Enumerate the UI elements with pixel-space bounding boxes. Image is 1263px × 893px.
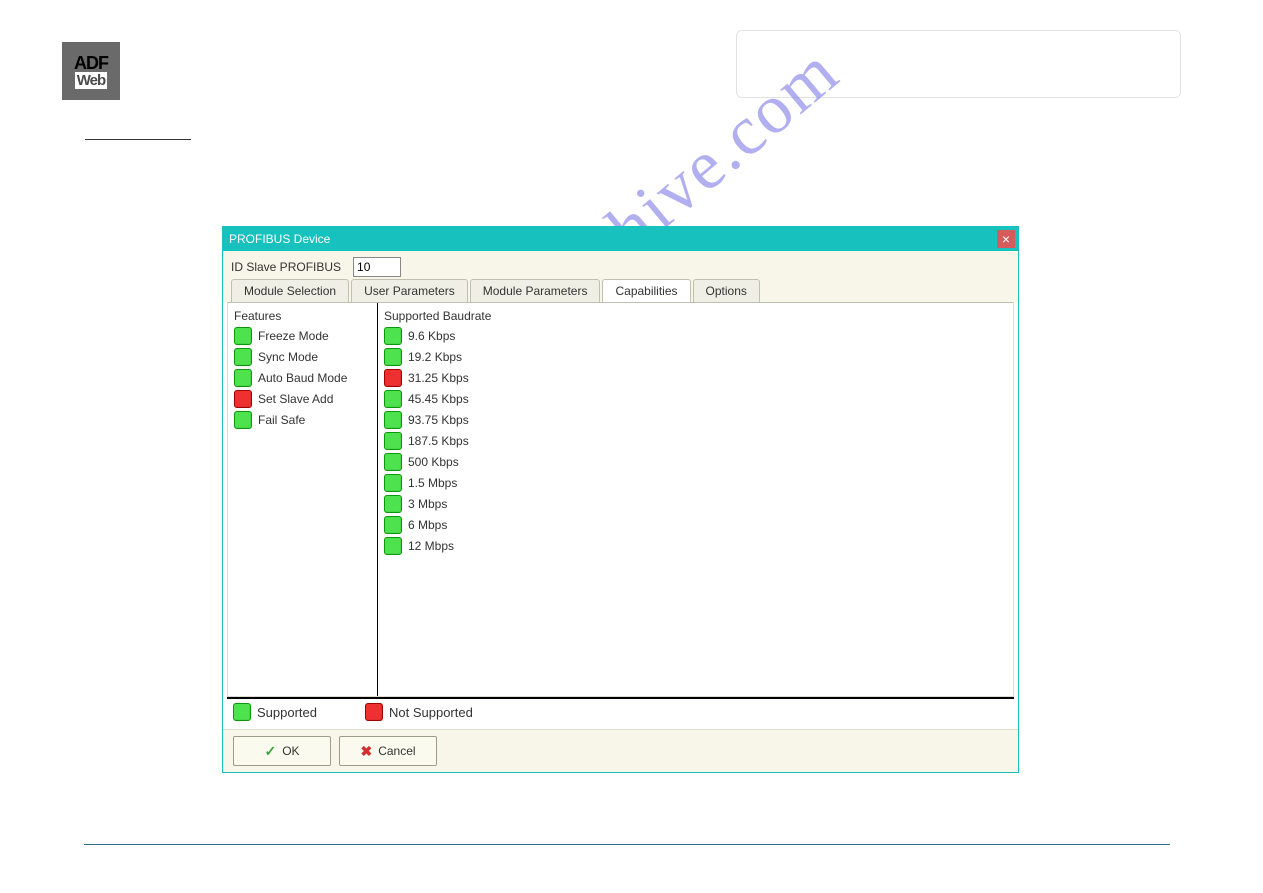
baudrate-item: 45.45 Kbps xyxy=(384,390,1007,408)
baudrate-label: 1.5 Mbps xyxy=(408,476,457,490)
legend: Supported Not Supported xyxy=(227,697,1014,725)
feature-item: Fail Safe xyxy=(234,411,371,429)
tab-strip: Module SelectionUser ParametersModule Pa… xyxy=(223,277,1018,302)
supported-icon xyxy=(384,348,402,366)
feature-label: Sync Mode xyxy=(258,350,318,364)
dialog-titlebar: PROFIBUS Device × xyxy=(223,227,1018,251)
supported-icon xyxy=(384,495,402,513)
feature-item: Freeze Mode xyxy=(234,327,371,345)
profibus-device-dialog: PROFIBUS Device × ID Slave PROFIBUS Modu… xyxy=(222,226,1019,773)
baudrate-label: 3 Mbps xyxy=(408,497,447,511)
not-supported-icon xyxy=(384,369,402,387)
not-supported-icon xyxy=(234,390,252,408)
baudrate-item: 6 Mbps xyxy=(384,516,1007,534)
feature-label: Set Slave Add xyxy=(258,392,333,406)
baudrate-item: 9.6 Kbps xyxy=(384,327,1007,345)
tab-module-parameters[interactable]: Module Parameters xyxy=(470,279,601,302)
legend-not-supported-label: Not Supported xyxy=(389,705,473,720)
header-info-box xyxy=(736,30,1181,98)
supported-icon xyxy=(384,516,402,534)
baudrate-label: 31.25 Kbps xyxy=(408,371,469,385)
feature-label: Auto Baud Mode xyxy=(258,371,347,385)
tab-module-selection[interactable]: Module Selection xyxy=(231,279,349,302)
supported-icon xyxy=(384,390,402,408)
supported-icon xyxy=(384,474,402,492)
baudrate-label: 12 Mbps xyxy=(408,539,454,553)
feature-item: Auto Baud Mode xyxy=(234,369,371,387)
baudrate-item: 31.25 Kbps xyxy=(384,369,1007,387)
baudrate-label: 93.75 Kbps xyxy=(408,413,469,427)
baudrate-label: 500 Kbps xyxy=(408,455,459,469)
legend-not-supported-icon xyxy=(365,703,383,721)
cancel-button-label: Cancel xyxy=(378,744,415,758)
baudrate-item: 19.2 Kbps xyxy=(384,348,1007,366)
feature-item: Sync Mode xyxy=(234,348,371,366)
supported-icon xyxy=(234,411,252,429)
baudrate-item: 3 Mbps xyxy=(384,495,1007,513)
feature-item: Set Slave Add xyxy=(234,390,371,408)
logo-bottom: Web xyxy=(75,72,107,89)
id-slave-input[interactable] xyxy=(353,257,401,277)
baudrate-item: 93.75 Kbps xyxy=(384,411,1007,429)
features-heading: Features xyxy=(234,309,371,323)
supported-icon xyxy=(234,348,252,366)
supported-icon xyxy=(384,411,402,429)
tab-options[interactable]: Options xyxy=(693,279,760,302)
tab-capabilities[interactable]: Capabilities xyxy=(602,279,690,302)
baudrate-item: 1.5 Mbps xyxy=(384,474,1007,492)
baudrate-label: 19.2 Kbps xyxy=(408,350,462,364)
supported-icon xyxy=(384,432,402,450)
supported-icon xyxy=(234,369,252,387)
dialog-title: PROFIBUS Device xyxy=(229,232,330,246)
baudrate-label: 45.45 Kbps xyxy=(408,392,469,406)
legend-supported-icon xyxy=(233,703,251,721)
close-icon[interactable]: × xyxy=(997,230,1015,248)
logo-top: ADF xyxy=(74,53,108,74)
logo-badge: ADF Web xyxy=(62,42,120,100)
id-slave-label: ID Slave PROFIBUS xyxy=(231,260,341,274)
legend-supported-label: Supported xyxy=(257,705,317,720)
baudrate-label: 9.6 Kbps xyxy=(408,329,455,343)
footer-rule xyxy=(84,844,1170,845)
baudrate-item: 500 Kbps xyxy=(384,453,1007,471)
baudrate-item: 187.5 Kbps xyxy=(384,432,1007,450)
baudrate-label: 187.5 Kbps xyxy=(408,434,469,448)
baudrate-item: 12 Mbps xyxy=(384,537,1007,555)
baudrate-heading: Supported Baudrate xyxy=(384,309,1007,323)
supported-icon xyxy=(384,327,402,345)
supported-icon xyxy=(384,537,402,555)
feature-label: Fail Safe xyxy=(258,413,305,427)
ok-button[interactable]: OK xyxy=(233,736,331,766)
baudrate-label: 6 Mbps xyxy=(408,518,447,532)
check-icon xyxy=(264,743,276,760)
cross-icon xyxy=(360,743,372,760)
section-underline xyxy=(85,139,191,140)
tab-user-parameters[interactable]: User Parameters xyxy=(351,279,468,302)
supported-icon xyxy=(384,453,402,471)
supported-icon xyxy=(234,327,252,345)
ok-button-label: OK xyxy=(282,744,299,758)
feature-label: Freeze Mode xyxy=(258,329,329,343)
cancel-button[interactable]: Cancel xyxy=(339,736,437,766)
